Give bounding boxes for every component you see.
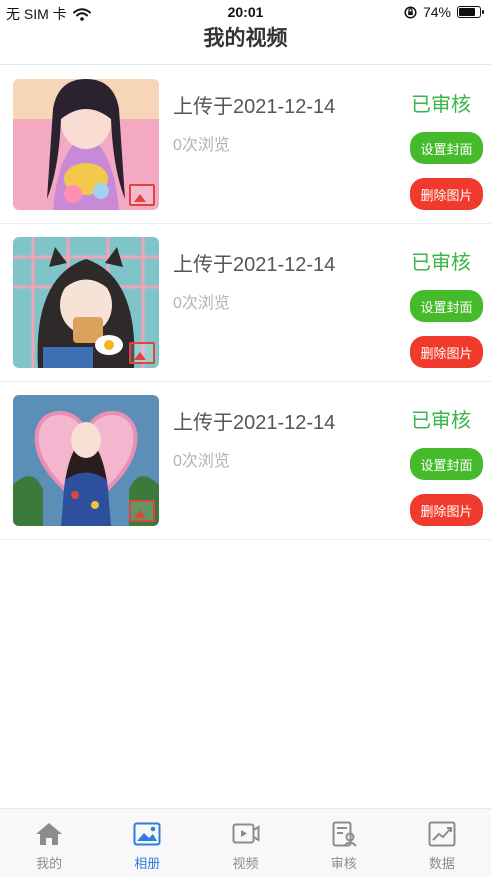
chart-icon [428, 821, 456, 847]
nav-bar: 我的视频 [0, 16, 491, 65]
view-count: 0次浏览 [173, 137, 230, 154]
tab-video[interactable]: 视频 [196, 809, 294, 877]
set-cover-button[interactable]: 设置封面 [410, 290, 483, 322]
list-item[interactable]: 上传于2021-12-14 0次浏览 已审核 设置封面 删除图片 [0, 66, 491, 224]
battery-fill [459, 8, 476, 16]
review-status: 已审核 [411, 94, 471, 116]
image-icon [133, 822, 161, 846]
tab-mine[interactable]: 我的 [0, 809, 98, 877]
video-icon [232, 823, 259, 844]
image-type-icon [129, 184, 155, 206]
view-count: 0次浏览 [173, 453, 230, 470]
page-title: 我的视频 [203, 27, 288, 50]
image-type-icon [129, 500, 155, 522]
tab-label: 数据 [428, 856, 455, 871]
list-item[interactable]: 上传于2021-12-14 0次浏览 已审核 设置封面 删除图片 [0, 224, 491, 382]
tab-label: 我的 [36, 856, 63, 871]
tab-label: 视频 [232, 856, 259, 871]
set-cover-button[interactable]: 设置封面 [410, 132, 483, 164]
thumbnail[interactable] [13, 395, 159, 526]
tab-label: 相册 [134, 856, 161, 871]
tab-bar: 我的 相册 视频 审核 数据 [0, 808, 491, 877]
upload-date: 上传于2021-12-14 [173, 412, 336, 434]
delete-image-button[interactable]: 删除图片 [410, 178, 483, 210]
tab-review[interactable]: 审核 [295, 809, 393, 877]
upload-date: 上传于2021-12-14 [173, 96, 336, 118]
view-count: 0次浏览 [173, 295, 230, 312]
delete-image-button[interactable]: 删除图片 [410, 494, 483, 526]
tab-data[interactable]: 数据 [393, 809, 491, 877]
upload-date: 上传于2021-12-14 [173, 254, 336, 276]
home-icon [36, 823, 63, 845]
review-status: 已审核 [411, 410, 471, 432]
review-icon [332, 821, 357, 847]
list-item[interactable]: 上传于2021-12-14 0次浏览 已审核 设置封面 删除图片 [0, 382, 491, 540]
image-type-icon [129, 342, 155, 364]
thumbnail[interactable] [13, 237, 159, 368]
thumbnail[interactable] [13, 79, 159, 210]
video-list: 上传于2021-12-14 0次浏览 已审核 设置封面 删除图片 上传于2021… [0, 66, 491, 540]
tab-label: 审核 [330, 856, 357, 871]
delete-image-button[interactable]: 删除图片 [410, 336, 483, 368]
tab-album[interactable]: 相册 [98, 809, 196, 877]
set-cover-button[interactable]: 设置封面 [410, 448, 483, 480]
review-status: 已审核 [411, 252, 471, 274]
